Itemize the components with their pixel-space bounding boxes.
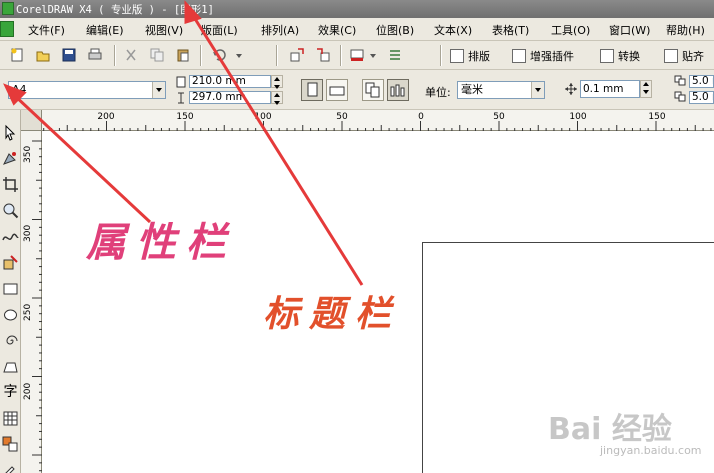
- watermark-url: jingyan.baidu.com: [600, 444, 702, 457]
- title-bar-annotation: 标题栏: [263, 293, 402, 335]
- arrow-to-property-bar: [12, 93, 152, 224]
- baidu-jingyan-watermark: Bai 经验 jingyan.baidu.com: [548, 396, 708, 466]
- property-bar-annotation: 属性栏: [86, 219, 236, 266]
- watermark-logo-text: Bai 经验: [548, 412, 672, 447]
- arrowhead-title-bar: [184, 0, 202, 25]
